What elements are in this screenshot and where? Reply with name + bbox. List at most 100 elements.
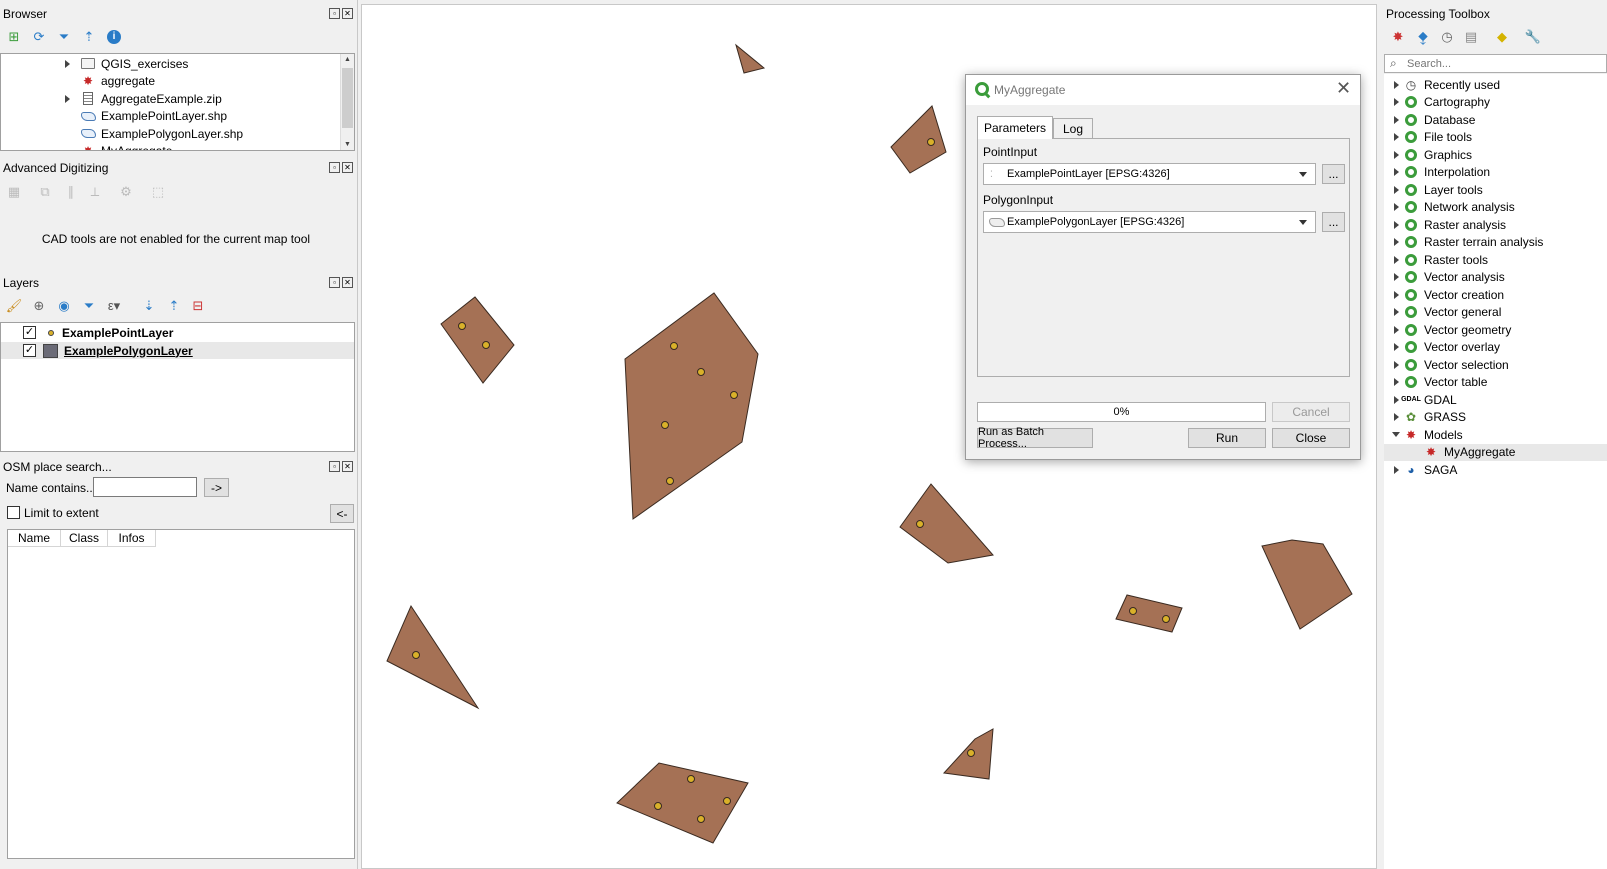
expand-arrow-icon[interactable] bbox=[1389, 360, 1403, 369]
visibility-icon[interactable]: ◉ bbox=[56, 298, 72, 314]
expand-arrow-icon[interactable] bbox=[65, 92, 80, 106]
tab-parameters[interactable]: Parameters bbox=[977, 116, 1053, 139]
osm-search-button[interactable]: -> bbox=[204, 478, 229, 497]
layer-visibility-checkbox[interactable]: ✓ bbox=[23, 326, 36, 339]
dialog-titlebar[interactable]: MyAggregate ✕ bbox=[966, 75, 1360, 105]
edit-features-icon[interactable]: ◆ bbox=[1494, 29, 1510, 45]
close-icon[interactable]: ✕ bbox=[342, 461, 353, 472]
tab-log[interactable]: Log bbox=[1053, 118, 1093, 139]
expand-arrow-icon[interactable] bbox=[1389, 150, 1403, 159]
limit-extent-checkbox[interactable] bbox=[7, 506, 20, 519]
expand-arrow-icon[interactable] bbox=[1389, 185, 1403, 194]
polygon-input-browse-button[interactable]: ... bbox=[1322, 212, 1345, 232]
browser-item[interactable]: ✸ aggregate bbox=[65, 73, 155, 90]
filter-icon[interactable]: ⏷ bbox=[81, 298, 97, 314]
filter-icon[interactable]: ⏷ bbox=[56, 29, 72, 45]
expression-filter-icon[interactable]: ε▾ bbox=[106, 298, 122, 314]
close-icon[interactable]: ✕ bbox=[342, 8, 353, 19]
expand-all-icon[interactable]: ⇣ bbox=[141, 298, 157, 314]
toolbox-provider-item[interactable]: Vector table bbox=[1384, 374, 1607, 391]
history-icon[interactable]: ◷ bbox=[1439, 29, 1455, 45]
expand-arrow-icon[interactable] bbox=[1389, 255, 1403, 264]
close-icon[interactable]: ✕ bbox=[342, 277, 353, 288]
close-button[interactable]: Close bbox=[1272, 428, 1350, 448]
remove-layer-icon[interactable]: ⊟ bbox=[190, 298, 206, 314]
run-batch-button[interactable]: Run as Batch Process... bbox=[977, 426, 1093, 450]
column-header-infos[interactable]: Infos bbox=[108, 530, 156, 546]
collapse-all-icon[interactable]: ⇡ bbox=[166, 298, 182, 314]
float-icon[interactable]: ▫ bbox=[329, 8, 340, 19]
expand-arrow-icon[interactable] bbox=[1389, 220, 1403, 229]
layer-item[interactable]: ✓ ExamplePointLayer bbox=[1, 324, 354, 341]
toolbox-provider-item[interactable]: Raster terrain analysis bbox=[1384, 234, 1607, 251]
toolbox-provider-item[interactable]: Vector overlay bbox=[1384, 339, 1607, 356]
layer-visibility-checkbox[interactable]: ✓ bbox=[23, 344, 36, 357]
toolbox-provider-item[interactable]: Graphics bbox=[1384, 146, 1607, 163]
models-icon[interactable]: ✸ bbox=[1390, 29, 1406, 45]
point-input-browse-button[interactable]: ... bbox=[1322, 164, 1345, 184]
toolbox-provider-item[interactable]: Layer tools bbox=[1384, 181, 1607, 198]
expand-arrow-icon[interactable] bbox=[1389, 273, 1403, 281]
toolbox-provider-item[interactable]: Vector selection bbox=[1384, 356, 1607, 373]
toolbox-provider-item[interactable]: GDAL GDAL bbox=[1384, 391, 1607, 408]
add-group-icon[interactable]: ⊕ bbox=[31, 298, 47, 314]
toolbox-search[interactable]: ⌕ bbox=[1384, 54, 1607, 73]
results-icon[interactable]: ▤ bbox=[1463, 29, 1479, 45]
float-icon[interactable]: ▫ bbox=[329, 461, 340, 472]
layer-item[interactable]: ✓ ExamplePolygonLayer bbox=[1, 342, 354, 359]
browser-item[interactable]: AggregateExample.zip bbox=[65, 90, 222, 107]
cancel-button[interactable]: Cancel bbox=[1272, 402, 1350, 422]
expand-arrow-icon[interactable] bbox=[1389, 98, 1403, 106]
browser-scrollbar[interactable]: ▲ ▼ bbox=[340, 54, 354, 150]
float-icon[interactable]: ▫ bbox=[329, 277, 340, 288]
expand-arrow-icon[interactable] bbox=[1389, 308, 1403, 316]
toolbox-provider-item[interactable]: Interpolation bbox=[1384, 164, 1607, 181]
expand-arrow-icon[interactable] bbox=[1389, 290, 1403, 299]
expand-arrow-icon[interactable] bbox=[1389, 432, 1403, 437]
expand-arrow-icon[interactable] bbox=[1389, 465, 1403, 474]
browser-item[interactable]: ExamplePolygonLayer.shp bbox=[65, 125, 243, 142]
expand-arrow-icon[interactable] bbox=[1389, 80, 1403, 89]
point-input-select[interactable]: ⁚ ExamplePointLayer [EPSG:4326] bbox=[983, 163, 1316, 185]
osm-back-button[interactable]: <- bbox=[330, 504, 354, 523]
column-header-class[interactable]: Class bbox=[61, 530, 108, 546]
run-button[interactable]: Run bbox=[1188, 428, 1266, 448]
expand-arrow-icon[interactable] bbox=[1389, 343, 1403, 351]
toolbox-provider-item[interactable]: Cartography bbox=[1384, 94, 1607, 111]
expand-arrow-icon[interactable] bbox=[65, 57, 80, 71]
toolbox-search-input[interactable] bbox=[1407, 56, 1602, 71]
toolbox-provider-item[interactable]: Network analysis bbox=[1384, 199, 1607, 216]
browser-item[interactable]: QGIS_exercises bbox=[65, 55, 188, 72]
osm-name-input[interactable] bbox=[93, 477, 197, 497]
browser-item[interactable]: ExamplePointLayer.shp bbox=[65, 108, 227, 125]
browser-item[interactable]: ✸ MyAggregate bbox=[65, 143, 172, 150]
dialog-close-icon[interactable]: ✕ bbox=[1336, 78, 1351, 99]
options-icon[interactable]: 🔧 bbox=[1525, 29, 1541, 45]
toolbox-provider-item[interactable]: Raster analysis bbox=[1384, 216, 1607, 233]
toolbox-provider-item[interactable]: Database bbox=[1384, 111, 1607, 128]
expand-arrow-icon[interactable] bbox=[1389, 168, 1403, 176]
toolbox-provider-item[interactable]: Vector geometry bbox=[1384, 321, 1607, 338]
style-icon[interactable]: 🖌 bbox=[6, 298, 23, 314]
toolbox-provider-item[interactable]: ✸ Models bbox=[1384, 426, 1607, 443]
expand-arrow-icon[interactable] bbox=[1389, 413, 1403, 421]
column-header-name[interactable]: Name bbox=[8, 530, 61, 546]
float-icon[interactable]: ▫ bbox=[329, 162, 340, 173]
expand-arrow-icon[interactable] bbox=[1389, 115, 1403, 124]
toolbox-provider-item[interactable]: ✿ GRASS bbox=[1384, 409, 1607, 426]
toolbox-provider-item[interactable]: Raster tools bbox=[1384, 251, 1607, 268]
expand-arrow-icon[interactable] bbox=[1389, 133, 1403, 141]
expand-arrow-icon[interactable] bbox=[1389, 378, 1403, 386]
toolbox-provider-item[interactable]: Vector creation bbox=[1384, 286, 1607, 303]
info-icon[interactable]: i bbox=[106, 29, 122, 45]
toolbox-provider-item[interactable]: ◷ Recently used bbox=[1384, 76, 1607, 93]
collapse-all-icon[interactable]: ⇡ bbox=[81, 29, 97, 45]
toolbox-provider-item[interactable]: Vector general bbox=[1384, 304, 1607, 321]
toolbox-provider-item[interactable]: ◕ SAGA bbox=[1384, 461, 1607, 478]
python-icon[interactable]: ⧪ bbox=[1415, 29, 1431, 45]
polygon-input-select[interactable]: ExamplePolygonLayer [EPSG:4326] bbox=[983, 211, 1316, 233]
expand-arrow-icon[interactable] bbox=[1389, 325, 1403, 334]
expand-arrow-icon[interactable] bbox=[1389, 238, 1403, 246]
add-layer-icon[interactable]: ⊞ bbox=[6, 29, 22, 45]
toolbox-algorithm-item[interactable]: ✸ MyAggregate bbox=[1384, 443, 1607, 461]
